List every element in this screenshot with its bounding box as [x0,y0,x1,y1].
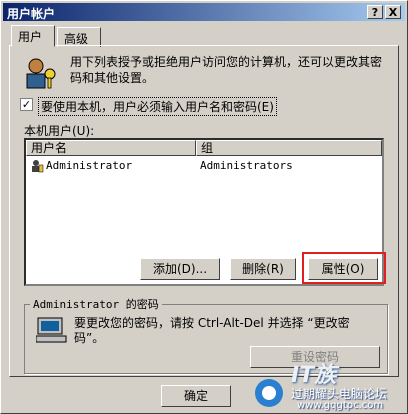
tab-users-label: 用户 [18,30,43,44]
user-icon [32,160,44,173]
title-bar: 用户帐户 ? X [3,3,405,21]
tab-users[interactable]: 用户 [11,25,55,47]
column-header-group[interactable]: 组 [196,140,382,156]
users-tab-panel: 用下列表授予或拒绝用户访问您的计算机，还可以更改其密码和其他设置。 ✓ 要使用本… [9,45,399,377]
tab-advanced[interactable]: 高级 [57,27,101,47]
require-login-checkbox[interactable]: ✓ [20,98,33,111]
password-instructions: 要更改您的密码，请按 Ctrl-Alt-Del 并选择 “更改密码”。 [74,316,350,345]
ok-button[interactable]: 确定 [161,385,231,407]
add-button[interactable]: 添加(D)... [140,258,220,280]
user-name-cell: Administrator [46,159,133,172]
remove-button[interactable]: 删除(R) [230,258,296,280]
table-row[interactable]: Administrator Administrators [28,158,380,174]
user-group-cell: Administrators [200,159,293,172]
users-keys-icon [26,58,56,89]
watermark: IT族 过期耀头电脑论坛 www.gqgtpc.com [247,355,407,413]
watermark-line2: www.gqgtpc.com [297,400,384,411]
local-users-label: 本机用户(U): [24,124,95,138]
password-group-title: Administrator 的密码 [30,296,162,312]
require-login-label[interactable]: 要使用本机，用户必须输入用户名和密码(E) [38,97,277,116]
properties-button[interactable]: 属性(O) [308,258,378,280]
window-title: 用户帐户 [7,7,56,21]
help-button[interactable]: ? [367,5,383,19]
column-header-username[interactable]: 用户名 [26,140,196,156]
tab-advanced-label: 高级 [64,32,89,46]
description-text: 用下列表授予或拒绝用户访问您的计算机，还可以更改其密码和其他设置。 [70,55,383,85]
computer-icon [36,317,67,343]
close-button[interactable]: X [385,5,401,19]
user-accounts-dialog: 用户帐户 ? X 用户 高级 用下列表授予或拒绝用户访问您的计算机，还可以更改其… [0,0,408,414]
